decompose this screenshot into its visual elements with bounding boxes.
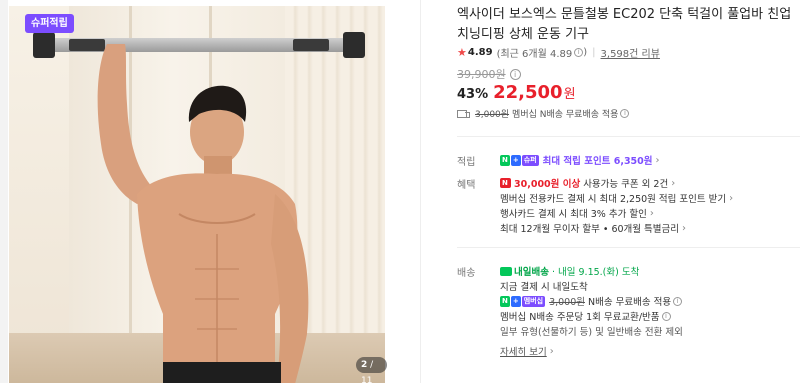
info-icon[interactable]: i (509, 68, 521, 80)
coupon-line[interactable]: 30,000원 이상 사용가능 쿠폰 외 2건 › (500, 176, 675, 190)
chevron-right-icon: › (649, 207, 654, 219)
counter-separator: / (367, 360, 374, 370)
counter-total: 11 (361, 376, 373, 383)
model-figure (97, 44, 309, 383)
shipping-text: 멤버십 N배송 무료배송 적용 (512, 110, 619, 120)
info-icon[interactable]: i (574, 48, 584, 57)
delivery-truck-icon (500, 266, 512, 276)
truck-icon (457, 109, 471, 118)
more-details-text: 자세히 보기 (500, 347, 547, 358)
max-points-text: 최대 적립 포인트 6,350원 (542, 156, 653, 167)
exclusion-line: 일부 유형(선물하기 등) 및 일반배송 전환 제외 (500, 324, 683, 338)
more-details-link[interactable]: 자세히 보기 › (500, 344, 554, 359)
column-divider (420, 0, 421, 383)
card-points-line[interactable]: 멤버십 전용카드 결제 시 최대 2,250원 적립 포인트 받기 › (500, 191, 734, 206)
section-divider (457, 247, 800, 248)
return-text: 멤버십 N배송 주문당 1회 무료교환/반품 (500, 312, 660, 323)
super-points-badge: 슈퍼적립 (25, 14, 74, 33)
photo-wall (9, 6, 69, 383)
info-icon[interactable]: i (661, 311, 671, 321)
plus-badge: + (510, 295, 521, 307)
delivery-fee: 3,000원 (549, 297, 585, 308)
product-image-gallery[interactable]: 슈퍼적립 2 / 11 (8, 0, 387, 383)
product-photo[interactable] (9, 6, 385, 383)
sale-price-row: 43% 22,500 원 (457, 82, 576, 103)
delivery-fee-text: N배송 무료배송 적용 (588, 297, 672, 308)
image-page-counter: 2 / 11 (356, 357, 387, 383)
recent-rating-close: ) (583, 47, 588, 58)
arrival-date: · 내일 9.15.(화) 도착 (551, 267, 640, 278)
naver-n-badge: N (500, 295, 510, 307)
separator: | (592, 47, 596, 58)
original-price-row: 39,900원 i (457, 66, 521, 82)
naver-n-badge: N (500, 154, 510, 166)
delivery-label: 배송 (457, 268, 476, 279)
exclusion-text: 일부 유형(선물하기 등) 및 일반배송 전환 제외 (500, 327, 683, 338)
product-title: 엑사이더 보스엑스 문틀철봉 EC202 단축 턱걸이 풀업바 친업 치닝디핑 … (457, 7, 792, 42)
coupon-icon (500, 178, 511, 188)
coupon-highlight: 30,000원 이상 (514, 179, 581, 190)
info-icon[interactable]: i (620, 109, 630, 118)
points-label: 적립 (457, 157, 476, 168)
tomorrow-delivery-badge: 내일배송 (514, 267, 549, 278)
original-price: 39,900원 (457, 68, 506, 81)
left-margin (0, 0, 8, 383)
arrival-line: 내일배송 · 내일 9.15.(화) 도착 (500, 264, 639, 278)
card-discount-line[interactable]: 행사카드 결제 시 최대 3% 추가 할인 › (500, 206, 654, 221)
chevron-right-icon: › (655, 154, 660, 166)
currency-unit: 원 (563, 87, 576, 102)
membership-badge: 멤버십 (521, 295, 546, 307)
reviews-link[interactable]: 3,598건 리뷰 (601, 45, 660, 60)
star-icon: ★ (457, 46, 467, 59)
section-divider (457, 136, 800, 137)
installment-line[interactable]: 최대 12개월 무이자 할부 • 60개월 특별금리 › (500, 221, 686, 236)
info-icon[interactable]: i (673, 296, 683, 306)
card-points-text: 멤버십 전용카드 결제 시 최대 2,250원 적립 포인트 받기 (500, 194, 727, 205)
sale-price: 22,500 (493, 82, 563, 103)
card-discount-text: 행사카드 결제 시 최대 3% 추가 할인 (500, 209, 647, 220)
return-line: 멤버십 N배송 주문당 1회 무료교환/반품 i (500, 309, 671, 323)
super-badge: 슈퍼 (521, 154, 539, 166)
rating-row: ★ 4.89 (최근 6개월 4.89 i ) | 3,598건 리뷰 (457, 45, 660, 60)
chevron-right-icon: › (682, 222, 686, 234)
shipping-fee: 3,000원 (475, 110, 510, 120)
chevron-right-icon: › (549, 345, 554, 357)
installment-text: 최대 12개월 무이자 할부 • 60개월 특별금리 (500, 224, 679, 235)
bar-end-cap (33, 32, 55, 58)
chevron-right-icon: › (729, 192, 734, 204)
order-now-text: 지금 결제 시 내일도착 (500, 282, 588, 293)
benefits-label: 혜택 (457, 180, 476, 191)
bar-end-cap (343, 32, 365, 58)
chevron-right-icon: › (671, 177, 676, 189)
product-info-panel: 엑사이더 보스엑스 문틀철봉 EC202 단축 턱걸이 풀업바 친업 치닝디핑 … (457, 0, 800, 383)
rating-score: 4.89 (467, 47, 493, 58)
nplus-fee-line: N + 멤버십 3,000원 N배송 무료배송 적용 i (500, 294, 683, 308)
recent-rating: (최근 6개월 4.89 (496, 49, 573, 60)
shipping-row: 3,000원 멤버십 N배송 무료배송 적용 i (457, 107, 630, 120)
points-line[interactable]: N + 슈퍼 최대 적립 포인트 6,350원 › (500, 153, 660, 167)
plus-badge: + (510, 154, 521, 166)
order-now-line: 지금 결제 시 내일도착 (500, 279, 588, 293)
coupon-text: 사용가능 쿠폰 외 2건 (583, 179, 669, 190)
discount-rate: 43% (457, 87, 489, 102)
